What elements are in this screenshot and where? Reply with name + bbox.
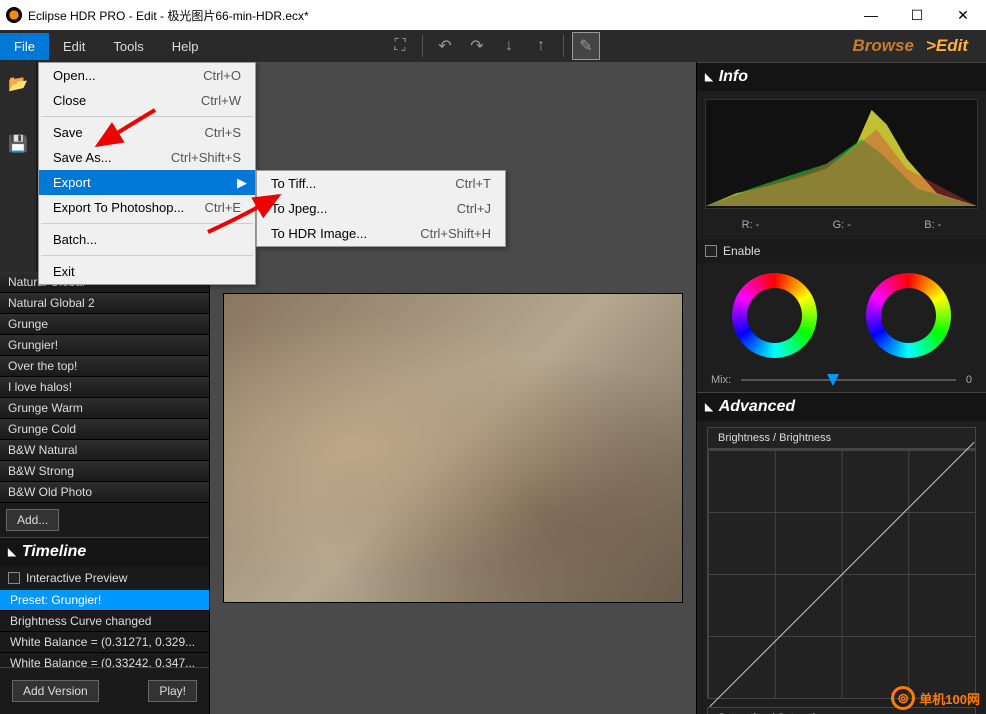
preset-item[interactable]: Natural Global 2 [0,293,209,314]
preset-item[interactable]: Grungier! [0,335,209,356]
separator [41,116,253,117]
up-icon[interactable]: ↑ [527,32,555,60]
histogram [705,99,978,209]
preset-item[interactable]: I love halos! [0,377,209,398]
window-title: Eclipse HDR PRO - Edit - 极光图片66-min-HDR.… [28,7,848,24]
timeline-item[interactable]: Preset: Grungier! [0,590,209,611]
timeline-item[interactable]: White Balance = (0.31271, 0.329... [0,632,209,653]
menu-edit[interactable]: Edit [49,33,99,60]
maximize-button[interactable]: ☐ [894,0,940,30]
interactive-preview-label: Interactive Preview [26,571,127,585]
close-button[interactable]: ✕ [940,0,986,30]
checkbox-icon[interactable] [8,572,20,584]
menu-file[interactable]: File [0,33,49,60]
menu-to-jpeg[interactable]: To Jpeg...Ctrl+J [257,196,505,221]
timeline-item[interactable]: White Balance = (0.33242, 0.347... [0,653,209,667]
separator [422,35,423,57]
slider-thumb-icon[interactable] [827,374,839,386]
chevron-right-icon: ▶ [237,175,247,191]
b-value: B: - [924,219,941,231]
save-disk-icon[interactable]: 💾 [8,134,28,154]
rgb-readout: R: - G: - B: - [697,217,986,239]
watermark-icon: ⊚ [891,686,915,710]
app-icon [6,7,22,23]
r-value: R: - [742,219,760,231]
menu-to-tiff[interactable]: To Tiff...Ctrl+T [257,171,505,196]
icon-column: 📂 💾 [0,62,36,272]
g-value: G: - [833,219,851,231]
preset-item[interactable]: B&W Natural [0,440,209,461]
color-wheel-shadows[interactable] [732,273,817,358]
eyedropper-icon[interactable]: ✎ [572,32,600,60]
menu-help[interactable]: Help [158,33,213,60]
undo-icon[interactable]: ↶ [431,32,459,60]
menu-tools[interactable]: Tools [99,33,157,60]
menu-to-hdr[interactable]: To HDR Image...Ctrl+Shift+H [257,221,505,246]
right-panel: Info R: - G: - B: - Enable Mix: 0 Advanc [696,62,986,714]
fullscreen-icon[interactable]: ⛶ [386,32,414,60]
separator [563,35,564,57]
preset-item[interactable]: B&W Old Photo [0,482,209,503]
menu-save-as[interactable]: Save As...Ctrl+Shift+S [39,145,255,170]
mix-slider[interactable] [741,379,956,381]
menu-export[interactable]: Export▶ [39,170,255,195]
mix-value: 0 [966,374,972,386]
enable-label: Enable [723,244,760,258]
down-icon[interactable]: ↓ [495,32,523,60]
menu-exit[interactable]: Exit [39,259,255,284]
timeline-item[interactable]: Brightness Curve changed [0,611,209,632]
advanced-header[interactable]: Advanced [697,392,986,421]
interactive-preview-row[interactable]: Interactive Preview [0,566,209,590]
menu-save[interactable]: SaveCtrl+S [39,120,255,145]
play-button[interactable]: Play! [148,680,197,702]
checkbox-icon[interactable] [705,245,717,257]
export-submenu: To Tiff...Ctrl+T To Jpeg...Ctrl+J To HDR… [256,170,506,247]
preset-item[interactable]: Grunge [0,314,209,335]
info-header[interactable]: Info [697,62,986,91]
separator [41,255,253,256]
menu-batch[interactable]: Batch... [39,227,255,252]
preset-item[interactable]: B&W Strong [0,461,209,482]
separator [41,223,253,224]
brightness-curve[interactable] [707,449,976,699]
mix-label: Mix: [711,374,731,386]
add-version-button[interactable]: Add Version [12,680,99,702]
brightness-curve-label[interactable]: Brightness / Brightness [707,427,976,449]
menu-export-photoshop[interactable]: Export To Photoshop...Ctrl+E [39,195,255,220]
preset-item[interactable]: Over the top! [0,356,209,377]
color-wheel-highlights[interactable] [866,273,951,358]
folder-icon[interactable]: 📂 [8,74,28,94]
minimize-button[interactable]: — [848,0,894,30]
menu-open[interactable]: Open...Ctrl+O [39,63,255,88]
titlebar: Eclipse HDR PRO - Edit - 极光图片66-min-HDR.… [0,0,986,30]
enable-row[interactable]: Enable [697,239,986,263]
preset-item[interactable]: Grunge Cold [0,419,209,440]
edit-tab[interactable]: >Edit [926,36,968,56]
menubar: File Edit Tools Help ⛶ ↶ ↷ ↓ ↑ ✎ Browse … [0,30,986,62]
browse-tab[interactable]: Browse [853,36,914,56]
timeline-header[interactable]: Timeline [0,537,209,566]
redo-icon[interactable]: ↷ [463,32,491,60]
preset-item[interactable]: Grunge Warm [0,398,209,419]
add-preset-button[interactable]: Add... [6,509,59,531]
canvas-area[interactable] [210,62,696,714]
menu-close[interactable]: CloseCtrl+W [39,88,255,113]
file-dropdown: Open...Ctrl+O CloseCtrl+W SaveCtrl+S Sav… [38,62,256,285]
watermark: ⊚ 单机100网 [891,686,980,710]
preview-image [223,293,683,603]
preset-list: Natural Global Natural Global 2 Grunge G… [0,272,209,503]
